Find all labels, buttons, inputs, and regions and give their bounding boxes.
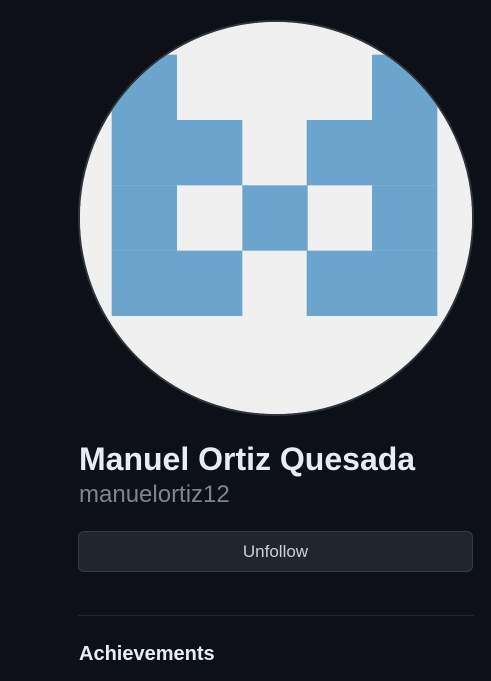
identicon-block-left-middle	[111, 185, 178, 251]
identicon-block-left-bottom	[111, 250, 243, 316]
identicon-block-right-middle	[372, 185, 438, 251]
identicon-image	[80, 22, 472, 414]
identicon-block-center	[242, 185, 308, 251]
identicon-block-left-top	[111, 54, 178, 120]
identicon-block-right-bottom	[306, 250, 438, 316]
identicon-block-right-upper	[306, 120, 438, 186]
identicon-block-right-top	[372, 54, 438, 120]
section-divider	[78, 615, 474, 616]
unfollow-button[interactable]: Unfollow	[78, 531, 473, 572]
profile-avatar[interactable]	[78, 20, 474, 416]
profile-username: manuelortiz12	[79, 481, 230, 508]
profile-name: Manuel Ortiz Quesada	[79, 441, 416, 477]
identicon-block-left-upper	[111, 120, 243, 186]
achievements-heading[interactable]: Achievements	[79, 640, 215, 668]
